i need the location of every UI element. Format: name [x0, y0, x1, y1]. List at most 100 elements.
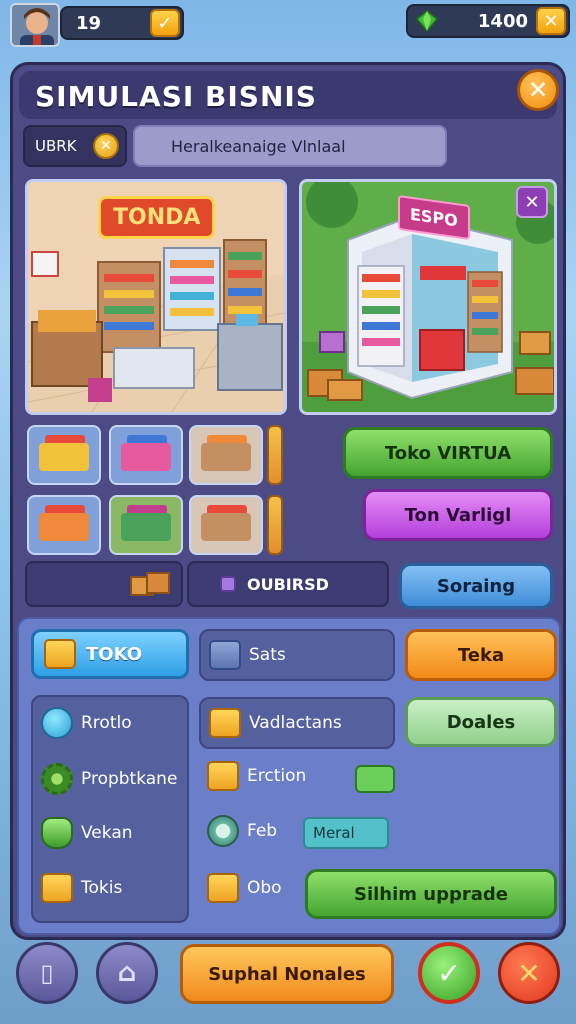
check-icon: ✓ — [157, 12, 173, 34]
level-counter: 19 ✓ — [60, 6, 184, 40]
title-bar: SIMULASI BISNIS ✕ — [19, 69, 559, 119]
feb-item[interactable]: Feb — [207, 815, 277, 847]
soraing-button[interactable]: Soraing — [399, 563, 553, 609]
inventory-button[interactable]: ▯ — [16, 942, 78, 1004]
sats-row[interactable]: Sats — [199, 629, 395, 681]
tabs-row: UBRK ✕ Heralkeanaige Vlnlaal — [23, 125, 559, 167]
jar-icon — [41, 817, 73, 849]
search-text: Heralkeanaige Vlnlaal — [171, 136, 346, 156]
sats-label: Sats — [249, 645, 286, 665]
product-box-icon — [201, 513, 251, 541]
menu-label: Rrotlo — [81, 713, 132, 733]
teka-button[interactable]: Teka — [405, 629, 557, 681]
top-hud: 19 ✓ 1400 ✕ — [0, 0, 576, 50]
tab-toko-label: TOKO — [86, 643, 143, 665]
menu-item-propbtkane[interactable]: Propbtkane — [41, 763, 177, 795]
tab-ubrk-label: UBRK — [35, 137, 77, 155]
product-box-icon — [39, 513, 89, 541]
store-sign: TONDA — [98, 196, 216, 239]
doales-button[interactable]: Doales — [405, 697, 557, 747]
product-item[interactable] — [109, 495, 183, 555]
product-box-icon — [121, 443, 171, 471]
box-icon — [207, 761, 239, 791]
crate-icon — [130, 572, 170, 596]
box-icon — [41, 873, 73, 903]
vadlactans-label: Vadlactans — [249, 713, 342, 733]
confirm-sales-label: Suphal Nonales — [208, 963, 366, 985]
upgrade-button[interactable]: Silhim upprade — [305, 869, 557, 919]
product-box-icon — [201, 443, 251, 471]
box-icon — [44, 639, 76, 669]
gem-counter: 1400 ✕ — [406, 4, 570, 38]
gem-icon — [416, 10, 438, 32]
menu-label: Vekan — [81, 823, 133, 843]
player-avatar[interactable] — [10, 3, 60, 47]
menu-label: Tokis — [81, 878, 123, 898]
scroll-indicator[interactable] — [267, 425, 283, 485]
close-icon: ✕ — [543, 10, 559, 32]
erction-label: Erction — [247, 766, 307, 786]
confirm-sales-button[interactable]: Suphal Nonales — [180, 944, 394, 1004]
sats-item: Sats — [209, 640, 286, 670]
close-icon: ✕ — [524, 191, 540, 213]
avatar-portrait-icon — [12, 5, 58, 45]
storage-slot[interactable] — [25, 561, 183, 607]
ring-icon — [207, 815, 239, 847]
ton-varligi-label: Ton Varligl — [404, 504, 512, 526]
gear-icon — [41, 763, 73, 795]
close-icon: ✕ — [527, 76, 549, 104]
tab-ubrk[interactable]: UBRK ✕ — [23, 125, 127, 167]
menu-item-rrotlo[interactable]: Rrotlo — [41, 707, 132, 739]
obo-item[interactable]: Obo — [207, 873, 282, 903]
gem-value: 1400 — [477, 10, 528, 32]
product-item[interactable] — [27, 425, 101, 485]
panel-close-button[interactable]: ✕ — [517, 69, 559, 111]
toko-virtual-label: Toko VIRTUA — [384, 442, 512, 464]
vadlactans-row[interactable]: Vadlactans — [199, 697, 395, 749]
feb-label: Feb — [247, 821, 278, 841]
obo-label: Obo — [247, 878, 282, 898]
product-item[interactable] — [109, 425, 183, 485]
level-check-button[interactable]: ✓ — [150, 9, 180, 37]
bottom-menu: TOKO Sats Teka Rrotlo Propbtkane Vekan T… — [17, 617, 561, 935]
box-icon — [207, 873, 239, 903]
product-box-icon — [121, 513, 171, 541]
search-field[interactable]: Heralkeanaige Vlnlaal — [133, 125, 447, 167]
menu-item-vekan[interactable]: Vekan — [41, 817, 133, 849]
toko-virtual-button[interactable]: Toko VIRTUA — [343, 427, 553, 479]
upgrade-label: Silhim upprade — [353, 883, 508, 905]
close-icon[interactable]: ✕ — [93, 133, 119, 159]
erction-item[interactable]: Erction — [207, 761, 306, 791]
panel-title: SIMULASI BISNIS — [35, 80, 317, 113]
hand-icon — [220, 576, 236, 592]
product-item[interactable] — [189, 495, 263, 555]
puzzle-icon[interactable] — [355, 765, 395, 793]
product-item[interactable] — [27, 495, 101, 555]
ton-varligi-button[interactable]: Ton Varligl — [363, 489, 553, 541]
cancel-button[interactable]: ✕ — [498, 942, 560, 1004]
scroll-indicator[interactable] — [267, 495, 283, 555]
product-box-icon — [39, 443, 89, 471]
product-item[interactable] — [189, 425, 263, 485]
virtual-store-scene[interactable]: ESPO ✕ — [299, 179, 557, 415]
coin-stack-icon — [41, 707, 73, 739]
menu-item-tokis[interactable]: Tokis — [41, 873, 122, 903]
gem-close-button[interactable]: ✕ — [536, 7, 566, 35]
physical-store-scene[interactable]: TONDA — [25, 179, 287, 415]
soraing-label: Soraing — [436, 575, 516, 597]
meral-label: Meral — [313, 824, 355, 842]
accept-button[interactable]: ✓ — [418, 942, 480, 1004]
close-icon: ✕ — [517, 956, 541, 990]
meral-tag[interactable]: Meral — [303, 817, 389, 849]
left-menu-list: Rrotlo Propbtkane Vekan Tokis — [31, 695, 189, 923]
teka-label: Teka — [457, 644, 505, 666]
home-button[interactable]: ⌂ — [96, 942, 158, 1004]
resource-label: OUBIRSD — [247, 575, 329, 594]
resource-slot[interactable]: OUBIRSD — [187, 561, 389, 607]
business-panel: SIMULASI BISNIS ✕ UBRK ✕ Heralkeanaige V… — [10, 62, 566, 940]
tab-toko[interactable]: TOKO — [31, 629, 189, 679]
menu-label: Propbtkane — [81, 769, 178, 789]
scene-close-button[interactable]: ✕ — [516, 186, 548, 218]
crate-icon — [209, 640, 241, 670]
level-value: 19 — [76, 12, 102, 34]
